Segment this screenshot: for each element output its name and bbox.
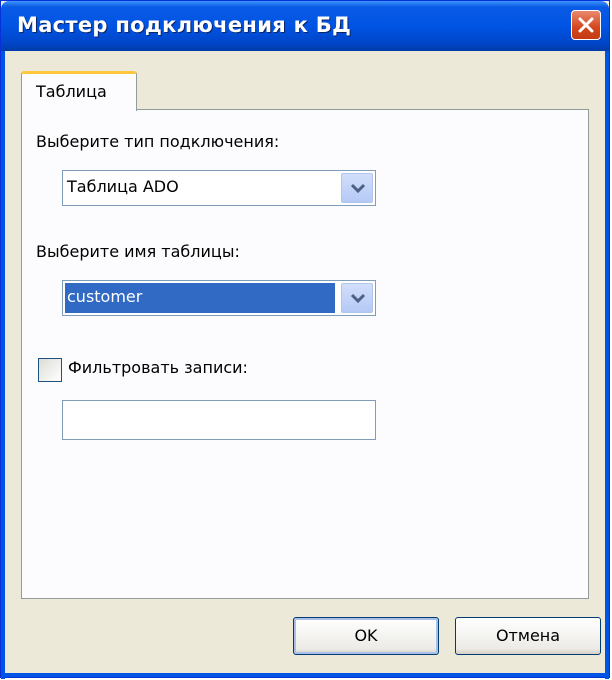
filter-label: Фильтровать записи: [68,358,248,377]
chevron-down-icon [350,183,366,194]
title-bar[interactable]: Мастер подключения к БД [1,1,609,51]
table-name-select[interactable]: customer [62,280,376,316]
connection-type-value: Таблица ADO [67,177,179,196]
table-name-label: Выберите имя таблицы: [36,242,240,261]
dialog-window: Мастер подключения к БД Таблица Выберите… [0,0,610,679]
tab-table-label: Таблица [36,82,107,101]
chevron-down-icon [350,293,366,304]
filter-input[interactable] [62,400,376,440]
tab-table[interactable]: Таблица [21,71,137,111]
window-title: Мастер подключения к БД [17,13,352,37]
close-icon [578,17,594,33]
close-button[interactable] [571,10,601,40]
window-frame-bottom [1,673,609,677]
table-name-dropdown-button[interactable] [341,283,373,313]
filter-checkbox[interactable] [38,358,62,382]
cancel-button[interactable]: Отмена [455,617,601,655]
connection-type-dropdown-button[interactable] [341,173,373,203]
tab-panel-table: Выберите тип подключения: Таблица ADO Вы… [21,109,589,599]
connection-type-select[interactable]: Таблица ADO [62,170,376,206]
window-frame-right [605,51,609,679]
connection-type-label: Выберите тип подключения: [36,132,280,151]
table-name-value: customer [67,287,143,306]
window-frame-left [1,51,5,679]
ok-button[interactable]: OK [293,617,439,655]
